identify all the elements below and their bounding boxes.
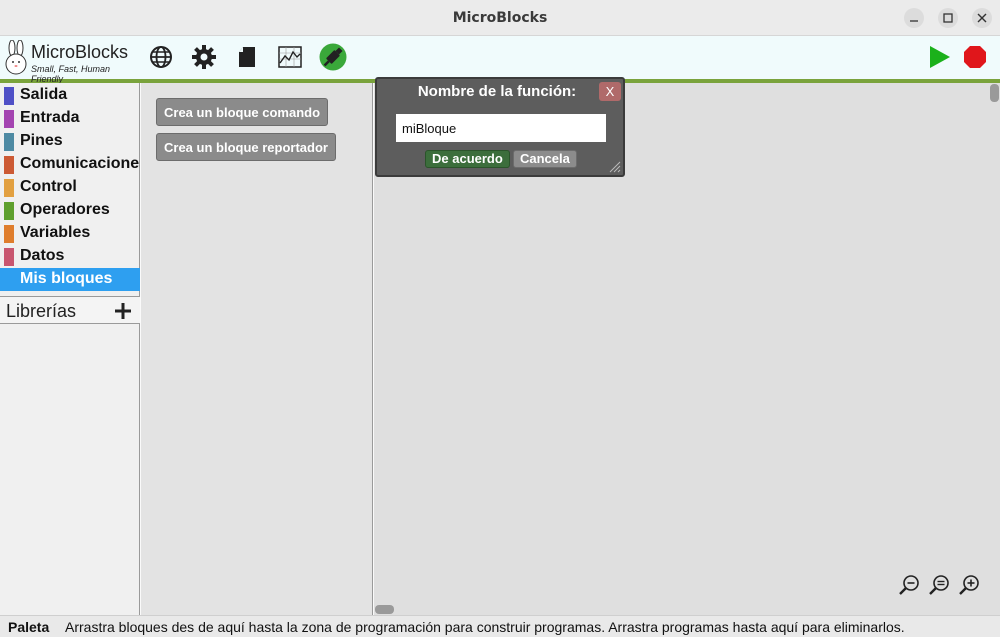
category-color-swatch — [4, 179, 14, 197]
category-variables[interactable]: Variables — [0, 222, 140, 245]
status-message: Arrastra bloques des de aquí hasta la zo… — [65, 619, 905, 635]
category-label: Entrada — [20, 109, 80, 126]
category-mis-bloques[interactable]: Mis bloques — [0, 268, 140, 291]
ok-button[interactable]: De acuerdo — [425, 150, 510, 168]
category-label: Control — [20, 178, 77, 195]
usb-connected-icon[interactable] — [319, 43, 347, 71]
category-operadores[interactable]: Operadores — [0, 199, 140, 222]
status-heading: Paleta — [8, 619, 50, 635]
category-color-swatch — [4, 248, 14, 266]
vertical-scrollbar[interactable] — [990, 84, 999, 102]
category-label: Pines — [20, 132, 63, 149]
create-reporter-block-button[interactable]: Crea un bloque reportador — [156, 133, 336, 161]
close-icon — [977, 13, 987, 23]
maximize-icon — [943, 13, 953, 23]
window-title: MicroBlocks — [452, 10, 548, 26]
zoom-out-icon[interactable] — [898, 574, 920, 596]
file-icon[interactable] — [235, 44, 261, 70]
category-color-swatch — [4, 202, 14, 220]
plus-icon — [115, 303, 131, 319]
category-label: Variables — [20, 224, 91, 241]
zoom-in-icon[interactable] — [958, 574, 980, 596]
category-pines[interactable]: Pines — [0, 130, 140, 153]
category-color-swatch — [4, 133, 14, 151]
function-name-input[interactable] — [396, 114, 606, 142]
category-color-swatch — [4, 225, 14, 243]
resize-handle-icon[interactable] — [607, 159, 621, 173]
status-bar: Paleta Arrastra bloques des de aquí hast… — [0, 615, 1000, 637]
category-label: Datos — [20, 247, 65, 264]
category-label: Operadores — [20, 201, 110, 218]
create-command-block-button[interactable]: Crea un bloque comando — [156, 98, 329, 126]
close-window-button[interactable] — [972, 8, 992, 28]
dialog-title: Nombre de la función: — [417, 83, 577, 100]
start-icon[interactable] — [926, 44, 952, 70]
libraries-row: Librerías — [0, 296, 140, 324]
minimize-button[interactable] — [904, 8, 924, 28]
category-salida[interactable]: Salida — [0, 84, 140, 107]
dialog-close-button[interactable]: X — [599, 82, 621, 101]
brand-tagline: Small, Fast, Human Friendly — [31, 64, 111, 84]
brand-name: MicroBlocks — [31, 42, 129, 62]
function-name-dialog: Nombre de la función: X De acuerdo Cance… — [375, 77, 625, 177]
category-color-swatch — [4, 110, 14, 128]
category-entrada[interactable]: Entrada — [0, 107, 140, 130]
globe-icon[interactable] — [148, 44, 174, 70]
category-comunicaciones[interactable]: Comunicaciones — [0, 153, 140, 176]
category-color-swatch — [4, 87, 14, 105]
graph-icon[interactable] — [277, 44, 303, 70]
category-sidebar: Salida Entrada Pines Comunicaciones Cont… — [0, 83, 140, 615]
block-palette: Crea un bloque comando Crea un bloque re… — [141, 83, 373, 615]
title-bar: MicroBlocks — [0, 0, 1000, 36]
category-label: Salida — [20, 86, 68, 103]
category-control[interactable]: Control — [0, 176, 140, 199]
stop-icon[interactable] — [962, 44, 988, 70]
cancel-button[interactable]: Cancela — [513, 150, 577, 168]
category-label: Comunicaciones — [20, 155, 140, 172]
maximize-button[interactable] — [938, 8, 958, 28]
add-library-button[interactable] — [114, 297, 132, 326]
gear-icon[interactable] — [191, 44, 217, 70]
libraries-label: Librerías — [6, 301, 77, 321]
bunny-logo-icon — [5, 40, 27, 75]
category-datos[interactable]: Datos — [0, 245, 140, 268]
microblocks-logo[interactable]: MicroBlocks Small, Fast, Human Friendly — [4, 40, 139, 84]
zoom-reset-icon[interactable] — [928, 574, 950, 596]
category-color-swatch — [4, 156, 14, 174]
horizontal-scrollbar[interactable] — [375, 605, 394, 614]
minimize-icon — [910, 20, 918, 22]
category-label: Mis bloques — [20, 270, 113, 287]
